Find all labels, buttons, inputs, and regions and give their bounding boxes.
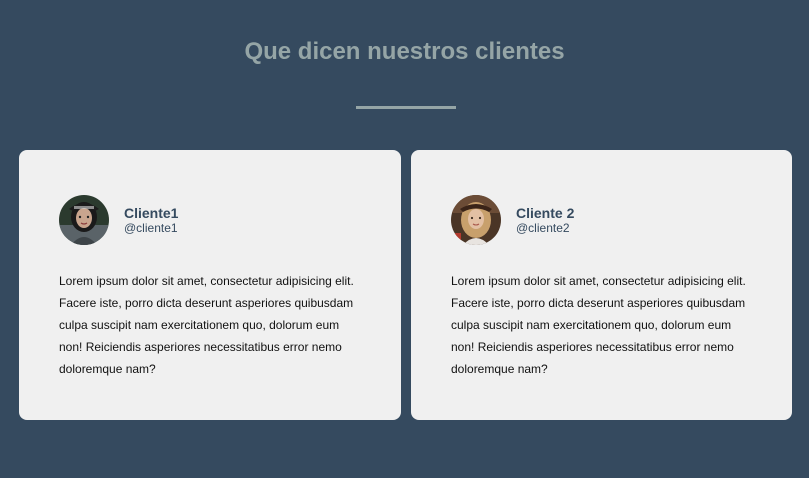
avatar [59, 195, 109, 245]
client-name: Cliente 2 [516, 205, 575, 221]
testimonial-text: Lorem ipsum dolor sit amet, consectetur … [451, 274, 746, 376]
avatar-photo-icon [59, 195, 109, 245]
avatar [451, 195, 501, 245]
client-handle: @cliente2 [516, 221, 570, 235]
client-handle: @cliente1 [124, 221, 178, 235]
client-name: Cliente1 [124, 205, 179, 221]
title-divider [356, 106, 456, 109]
testimonial-card: Cliente1 @cliente1 Lorem ipsum dolor sit… [19, 150, 401, 420]
avatar-photo-icon [451, 195, 501, 245]
testimonial-card: Cliente 2 @cliente2 Lorem ipsum dolor si… [411, 150, 792, 420]
testimonial-text: Lorem ipsum dolor sit amet, consectetur … [59, 274, 354, 376]
section-title: Que dicen nuestros clientes [244, 38, 565, 65]
